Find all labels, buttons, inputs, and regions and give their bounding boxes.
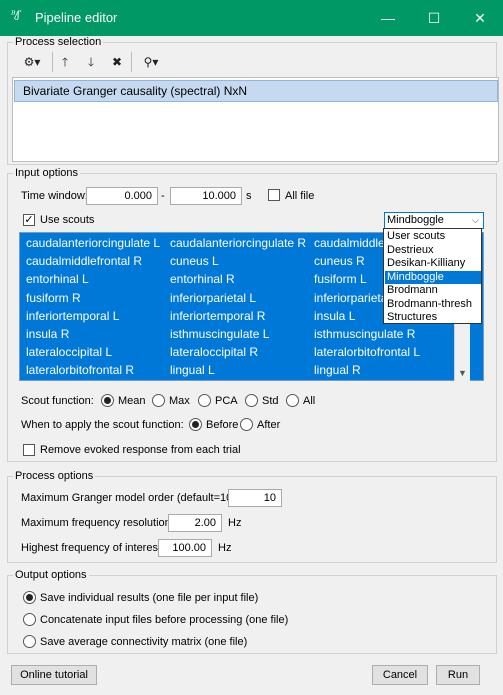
online-tutorial-button[interactable]: Online tutorial <box>11 665 97 685</box>
output-option-label: Save average connectivity matrix (one fi… <box>40 636 248 648</box>
time-dash: - <box>161 190 165 202</box>
move-down-icon[interactable]: 🡓 <box>83 53 99 71</box>
all-file-checkbox[interactable] <box>268 189 280 201</box>
scout-function-option-label: All <box>303 395 316 407</box>
atlas-option[interactable]: Desikan-Killiany <box>385 257 481 270</box>
use-scouts-label: Use scouts <box>40 214 95 226</box>
atlas-select[interactable]: Mindboggle ⌵ <box>384 212 484 229</box>
freq-resolution-unit: Hz <box>228 517 242 529</box>
pipeline-tree-icon[interactable]: ⚲▾ <box>138 53 164 71</box>
scout-item[interactable]: insula R <box>26 327 168 341</box>
maximize-button[interactable]: ☐ <box>411 0 457 36</box>
scout-function-option-label: Std <box>262 395 279 407</box>
output-options-legend: Output options <box>13 569 89 581</box>
scout-item[interactable]: isthmuscingulate L <box>170 327 312 341</box>
process-options-legend: Process options <box>13 470 96 482</box>
scout-item[interactable]: cuneus L <box>170 254 312 268</box>
highest-freq-label: Highest frequency of interest: <box>21 542 165 554</box>
output-option-radio[interactable] <box>23 613 36 626</box>
atlas-option[interactable]: Destrieux <box>385 244 481 257</box>
time-start-field[interactable]: 0.000 <box>86 187 158 205</box>
scout-item[interactable]: caudalmiddlefrontal R <box>26 254 168 268</box>
scout-item[interactable]: inferiorparietal L <box>170 291 312 305</box>
apply-scout-option-label: After <box>257 419 281 431</box>
scout-item[interactable]: entorhinal R <box>170 272 312 286</box>
remove-evoked-label: Remove evoked response from each trial <box>40 444 241 456</box>
apply-scout-option-label: Before <box>206 419 239 431</box>
highest-freq-field[interactable]: 100.00 <box>158 539 212 557</box>
all-file-label: All file <box>285 190 315 202</box>
process-list-item[interactable]: Bivariate Granger causality (spectral) N… <box>14 80 498 102</box>
atlas-option[interactable]: User scouts <box>385 230 481 243</box>
app-icon: ᴮ/ʃ <box>11 10 20 21</box>
move-up-icon[interactable]: 🡑 <box>57 53 73 71</box>
scout-function-option-label: Max <box>169 395 190 407</box>
delete-icon[interactable]: ✖ <box>108 53 126 71</box>
atlas-option[interactable]: Mindboggle <box>385 270 481 284</box>
freq-resolution-field[interactable]: 2.00 <box>168 514 222 532</box>
scout-function-radio[interactable] <box>152 394 165 407</box>
scroll-down-icon[interactable]: ▼ <box>458 368 467 378</box>
atlas-dropdown: User scouts Destrieux Desikan-Killiany Mind… <box>383 228 482 324</box>
apply-scout-label: When to apply the scout function: <box>21 419 184 431</box>
scout-item[interactable]: lateralorbitofrontal L <box>314 345 454 359</box>
highest-freq-unit: Hz <box>218 542 232 554</box>
scout-item[interactable]: lateraloccipital L <box>26 345 168 359</box>
scout-item[interactable]: lateralorbitofrontal R <box>26 363 168 377</box>
toolbar-separator <box>131 52 132 72</box>
scout-function-radio[interactable] <box>245 394 258 407</box>
title-bar: ᴮ/ʃ Pipeline editor — ☐ ✕ <box>0 0 503 36</box>
use-scouts-checkbox[interactable]: ✓ <box>23 214 35 226</box>
process-list[interactable]: Bivariate Granger causality (spectral) N… <box>12 77 499 162</box>
gear-menu-icon[interactable]: ⚙▾ <box>19 53 45 71</box>
scout-function-radio[interactable] <box>198 394 211 407</box>
scout-item[interactable]: isthmuscingulate R <box>314 327 454 341</box>
scout-function-radio[interactable] <box>101 394 114 407</box>
scout-item[interactable]: entorhinal L <box>26 272 168 286</box>
run-button[interactable]: Run <box>436 665 480 685</box>
scout-item[interactable]: inferiortemporal L <box>26 309 168 323</box>
atlas-option[interactable]: Structures <box>385 311 481 324</box>
scout-item[interactable]: fusiform R <box>26 291 168 305</box>
scout-function-label: Scout function: <box>21 395 94 407</box>
apply-scout-radio[interactable] <box>189 418 202 431</box>
scout-item[interactable]: caudalanteriorcingulate L <box>26 236 168 250</box>
cancel-button[interactable]: Cancel <box>372 665 428 685</box>
apply-scout-radio[interactable] <box>240 418 253 431</box>
scout-function-option-label: PCA <box>215 395 238 407</box>
scout-item[interactable]: lingual L <box>170 363 312 377</box>
output-option-radio[interactable] <box>23 635 36 648</box>
remove-evoked-checkbox[interactable] <box>23 444 35 456</box>
time-end-field[interactable]: 10.000 <box>170 187 242 205</box>
scout-item[interactable]: inferiortemporal R <box>170 309 312 323</box>
output-option-label: Concatenate input files before processin… <box>40 614 289 626</box>
minimize-button[interactable]: — <box>365 0 411 36</box>
scout-item[interactable]: caudalanteriorcingulate R <box>170 236 312 250</box>
time-unit: s <box>246 190 252 202</box>
process-selection-legend: Process selection <box>13 36 104 48</box>
output-option-label: Save individual results (one file per in… <box>40 592 259 604</box>
atlas-option[interactable]: Brodmann <box>385 284 481 297</box>
atlas-option[interactable]: Brodmann-thresh <box>385 298 481 311</box>
input-options-legend: Input options <box>13 167 80 179</box>
close-button[interactable]: ✕ <box>457 0 503 36</box>
window-title: Pipeline editor <box>35 10 118 25</box>
output-option-radio[interactable] <box>23 591 36 604</box>
scout-item[interactable]: lateraloccipital R <box>170 345 312 359</box>
scout-function-radio[interactable] <box>286 394 299 407</box>
freq-resolution-label: Maximum frequency resolution: <box>21 517 174 529</box>
scout-item[interactable]: lingual R <box>314 363 454 377</box>
max-order-field[interactable]: 10 <box>228 489 282 507</box>
max-order-label: Maximum Granger model order (default=10)… <box>21 492 239 504</box>
scout-function-option-label: Mean <box>118 395 146 407</box>
atlas-selected-value: Mindboggle <box>387 214 444 226</box>
chevron-down-icon: ⌵ <box>472 215 479 225</box>
time-window-label: Time window: <box>21 190 88 202</box>
toolbar-separator <box>52 52 53 72</box>
